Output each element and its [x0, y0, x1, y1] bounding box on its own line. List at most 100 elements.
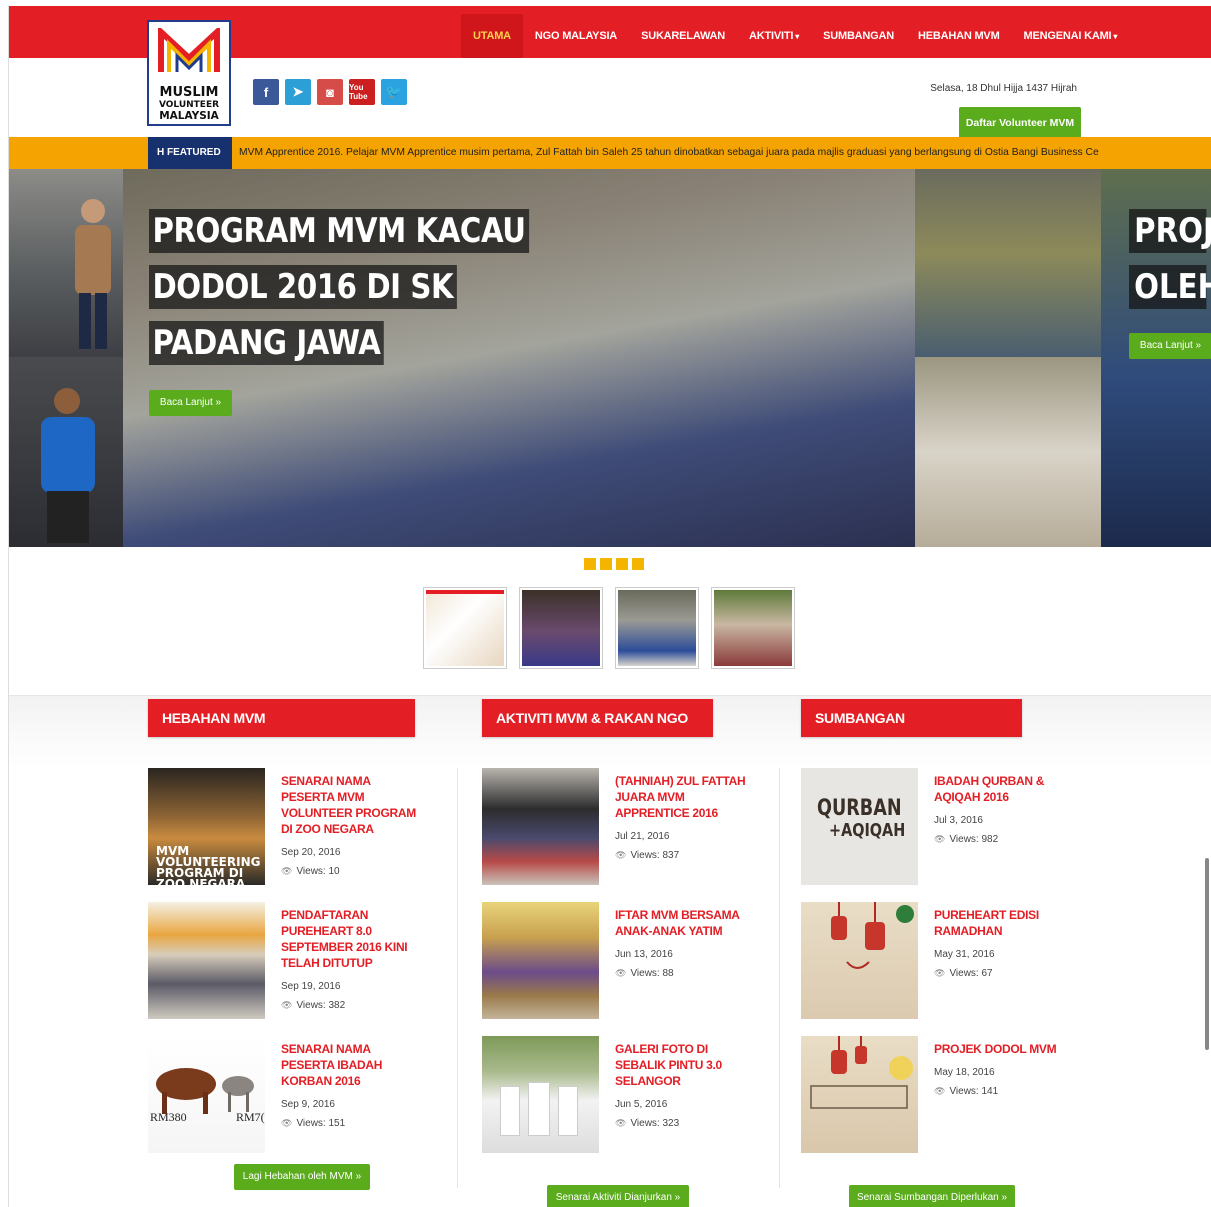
- post-date: Sep 9, 2016: [281, 1099, 335, 1110]
- list-item[interactable]: PENDAFTARAN PUREHEART 8.0 SEPTEMBER 2016…: [148, 902, 448, 1022]
- post-thumbnail-price: RM380: [150, 1110, 187, 1124]
- lantern-icon: [810, 1036, 913, 1109]
- cow-goat-illustration-icon: [156, 1068, 254, 1114]
- list-item[interactable]: PUREHEART EDISI RAMADHAN May 31, 2016 👁 V…: [801, 902, 1101, 1022]
- post-thumbnail[interactable]: [801, 902, 918, 1019]
- hijri-date: Selasa, 18 Dhul Hijja 1437 Hijrah: [930, 83, 1077, 94]
- facebook-icon[interactable]: f: [253, 79, 279, 105]
- post-date: Jun 13, 2016: [615, 949, 673, 960]
- post-title[interactable]: IBADAH QURBAN & AQIQAH 2016: [934, 773, 1074, 805]
- post-thumbnail[interactable]: [482, 1036, 599, 1153]
- post-thumbnail[interactable]: RM380 RM7(: [148, 1036, 265, 1153]
- hero-prev-slide[interactable]: [9, 169, 123, 547]
- site-logo[interactable]: MUSLIM VOLUNTEER MALAYSIA: [147, 20, 231, 126]
- slider-dot[interactable]: [600, 558, 612, 570]
- post-title[interactable]: SENARAI NAMA PESERTA IBADAH KORBAN 2016: [281, 1041, 421, 1089]
- post-thumbnail[interactable]: [801, 1036, 918, 1153]
- more-sumbangan-button[interactable]: Senarai Sumbangan Diperlukan »: [849, 1185, 1015, 1207]
- list-item[interactable]: RM380 RM7( SENARAI NAMA PESERTA IBADAH K…: [148, 1036, 448, 1156]
- post-title[interactable]: PENDAFTARAN PUREHEART 8.0 SEPTEMBER 2016…: [281, 907, 421, 971]
- slider-thumbnail[interactable]: [423, 587, 507, 669]
- hero-prev-photo-top: [9, 169, 123, 357]
- post-date: Jun 5, 2016: [615, 1099, 668, 1110]
- slider-thumbnail[interactable]: [615, 587, 699, 669]
- logo-text-malaysia: MALAYSIA: [159, 110, 219, 122]
- post-title[interactable]: GALERI FOTO DI SEBALIK PINTU 3.0 SELANGO…: [615, 1041, 755, 1089]
- hero-read-more-button[interactable]: Baca Lanjut »: [149, 390, 232, 416]
- content-section: HEBAHAN MVM AKTIVITI MVM & RAKAN NGO SUM…: [9, 695, 1211, 1207]
- hero-prev-photo-bottom: [9, 357, 123, 547]
- list-item[interactable]: QURBAN +AQIQAH IBADAH QURBAN & AQIQAH 20…: [801, 768, 1101, 888]
- post-thumbnail[interactable]: [482, 768, 599, 885]
- hero-title: PROGRAM MVM KACAU DODOL 2016 DI SK PADAN…: [149, 209, 549, 377]
- banner-shape: [528, 1082, 550, 1136]
- post-title[interactable]: (TAHNIAH) ZUL FATTAH JUARA MVM APPRENTIC…: [615, 773, 755, 821]
- youtube-icon[interactable]: You Tube: [349, 79, 375, 105]
- post-title[interactable]: SENARAI NAMA PESERTA MVM VOLUNTEER PROGR…: [281, 773, 421, 837]
- slider-dot[interactable]: [584, 558, 596, 570]
- main-nav: UTAMA NGO MALAYSIA SUKARELAWAN AKTIVITI ▾…: [461, 14, 1129, 58]
- featured-ticker-text[interactable]: MVM Apprentice 2016. Pelajar MVM Apprent…: [239, 137, 1211, 169]
- nav-hebahan-mvm[interactable]: HEBAHAN MVM: [906, 14, 1012, 58]
- post-thumbnail-caption: MVM VOLUNTEERING PROGRAM DI ZOO NEGARA: [156, 844, 261, 891]
- more-aktiviti-button[interactable]: Senarai Aktiviti Dianjurkan »: [547, 1185, 689, 1207]
- sumbangan-heading: SUMBANGAN: [801, 699, 1022, 737]
- featured-ticker: H FEATURED MVM Apprentice 2016. Pelajar …: [9, 137, 1211, 169]
- post-title[interactable]: PUREHEART EDISI RAMADHAN: [934, 907, 1074, 939]
- list-item[interactable]: MVM VOLUNTEERING PROGRAM DI ZOO NEGARA S…: [148, 768, 448, 890]
- logo-text-volunteer: VOLUNTEER: [158, 100, 220, 110]
- post-views: 👁 Views: 141: [934, 1086, 999, 1097]
- post-date: Jul 21, 2016: [615, 831, 670, 842]
- post-views: 👁 Views: 67: [934, 968, 993, 979]
- twitter-icon[interactable]: 🐦: [381, 79, 407, 105]
- chevron-down-icon: ▾: [795, 32, 800, 41]
- slider-thumbnail[interactable]: [711, 587, 795, 669]
- featured-icon: H: [157, 147, 167, 158]
- more-hebahan-button[interactable]: Lagi Hebahan oleh MVM »: [234, 1164, 370, 1190]
- hero-next-title: PROJ OLEH: [1129, 209, 1211, 321]
- hero-collage: [915, 169, 1101, 547]
- hero-title-line: PROGRAM MVM KACAU: [149, 209, 530, 253]
- post-thumbnail[interactable]: [148, 902, 265, 1019]
- social-links: f ➤ ◙ You Tube 🐦: [253, 79, 407, 105]
- post-views: 👁 Views: 382: [281, 1000, 346, 1011]
- post-date: May 18, 2016: [934, 1067, 995, 1078]
- nav-mengenai-kami[interactable]: MENGENAI KAMI ▾: [1012, 14, 1130, 58]
- hebahan-heading: HEBAHAN MVM: [148, 699, 415, 737]
- nav-sumbangan[interactable]: SUMBANGAN: [811, 14, 906, 58]
- slider-thumbnail[interactable]: [519, 587, 603, 669]
- post-thumbnail[interactable]: [482, 902, 599, 1019]
- list-item[interactable]: GALERI FOTO DI SEBALIK PINTU 3.0 SELANGO…: [482, 1036, 782, 1156]
- column-divider: [457, 768, 458, 1188]
- slider-dot[interactable]: [632, 558, 644, 570]
- post-views: 👁 Views: 323: [615, 1118, 680, 1129]
- instagram-icon[interactable]: ◙: [317, 79, 343, 105]
- post-title[interactable]: IFTAR MVM BERSAMA ANAK-ANAK YATIM: [615, 907, 755, 939]
- telegram-icon[interactable]: ➤: [285, 79, 311, 105]
- daftar-volunteer-button[interactable]: Daftar Volunteer MVM: [959, 107, 1081, 137]
- page-scrollbar[interactable]: [1205, 858, 1209, 1050]
- chevron-down-icon: ▾: [1113, 32, 1118, 41]
- hero-next-title-line: PROJ: [1129, 209, 1211, 253]
- post-title[interactable]: PROJEK DODOL MVM: [934, 1041, 1074, 1057]
- nav-sukarelawan[interactable]: SUKARELAWAN: [629, 14, 737, 58]
- hero-title-line: PADANG JAWA: [149, 321, 384, 365]
- nav-ngo-malaysia[interactable]: NGO MALAYSIA: [523, 14, 629, 58]
- list-item[interactable]: (TAHNIAH) ZUL FATTAH JUARA MVM APPRENTIC…: [482, 768, 782, 888]
- post-date: Jul 3, 2016: [934, 815, 983, 826]
- list-item[interactable]: PROJEK DODOL MVM May 18, 2016 👁 Views: 14…: [801, 1036, 1101, 1156]
- slider-thumbnails: [423, 587, 795, 669]
- list-item[interactable]: IFTAR MVM BERSAMA ANAK-ANAK YATIM Jun 13…: [482, 902, 782, 1022]
- hero-next-read-more-button[interactable]: Baca Lanjut »: [1129, 333, 1211, 359]
- nav-aktiviti[interactable]: AKTIVITI ▾: [737, 14, 811, 58]
- slider-dot[interactable]: [616, 558, 628, 570]
- post-date: Sep 19, 2016: [281, 981, 341, 992]
- post-thumbnail[interactable]: MVM VOLUNTEERING PROGRAM DI ZOO NEGARA: [148, 768, 265, 890]
- nav-utama[interactable]: UTAMA: [461, 14, 523, 58]
- eye-icon: 👁: [615, 1118, 627, 1128]
- person-figure-icon: [75, 199, 111, 349]
- page: UTAMA NGO MALAYSIA SUKARELAWAN AKTIVITI ▾…: [8, 6, 1211, 1207]
- post-thumbnail[interactable]: QURBAN +AQIQAH: [801, 768, 918, 885]
- featured-label: H FEATURED: [148, 137, 232, 169]
- logo-text-muslim: MUSLIM: [159, 85, 219, 100]
